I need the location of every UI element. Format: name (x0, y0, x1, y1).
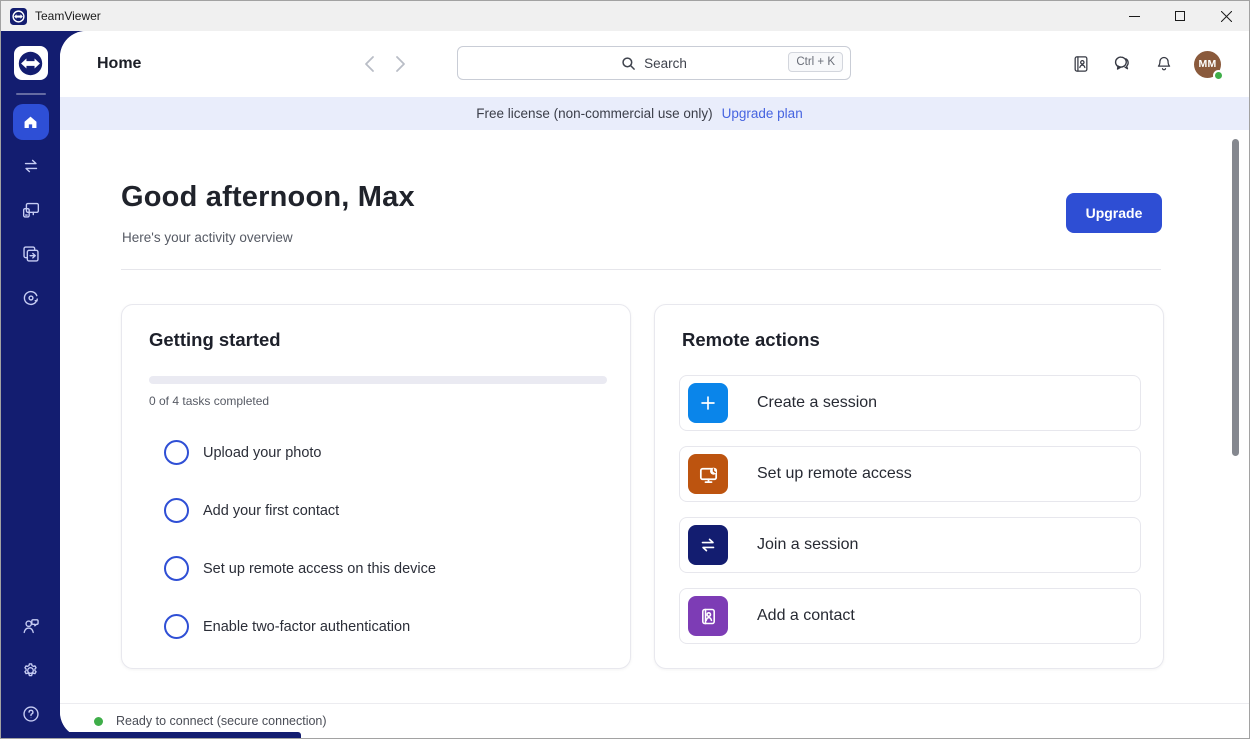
session-window-icon (20, 243, 42, 265)
sidebar-divider (16, 93, 46, 95)
upgrade-plan-link[interactable]: Upgrade plan (722, 106, 803, 121)
sidebar-item-settings[interactable] (13, 652, 49, 688)
progress-bar (149, 376, 607, 384)
app-surface: Home Search Ctrl + K (1, 31, 1249, 738)
avatar-initials: MM (1198, 58, 1216, 70)
sidebar-item-community[interactable] (13, 608, 49, 644)
getting-started-title: Getting started (149, 329, 281, 351)
help-icon (20, 703, 42, 725)
add-contact-button[interactable]: Add a contact (679, 588, 1141, 644)
online-status-dot (1213, 70, 1224, 81)
search-icon (621, 56, 636, 71)
remote-actions-card: Remote actions Create a session Set up r… (654, 304, 1164, 669)
history-nav (363, 53, 407, 75)
session-monitoring-icon (20, 287, 42, 309)
header-icons: MM (1071, 31, 1221, 97)
license-text: Free license (non-commercial use only) (476, 106, 712, 121)
remote-actions-title: Remote actions (682, 329, 820, 351)
home-icon (21, 113, 40, 132)
maximize-button[interactable] (1157, 1, 1203, 31)
getting-started-card: Getting started 0 of 4 tasks completed U… (121, 304, 631, 669)
minimize-button[interactable] (1111, 1, 1157, 31)
back-chevron-icon[interactable] (363, 53, 377, 75)
remote-desktop-icon (688, 454, 728, 494)
sidebar (1, 31, 60, 738)
sidebar-item-devices[interactable] (13, 192, 49, 228)
exchange-arrows-icon (688, 525, 728, 565)
task-radio[interactable] (164, 440, 189, 465)
sidebar-item-help[interactable] (13, 696, 49, 732)
sidebar-item-home[interactable] (13, 104, 49, 140)
teamviewer-sidebar-logo-icon (14, 46, 48, 80)
join-session-button[interactable]: Join a session (679, 517, 1141, 573)
search-input[interactable]: Search Ctrl + K (457, 46, 851, 80)
sidebar-item-sessions[interactable] (13, 148, 49, 184)
sidebar-item-monitoring[interactable] (13, 280, 49, 316)
content-header: Home Search Ctrl + K (60, 31, 1249, 97)
contact-book-icon (688, 596, 728, 636)
page-title: Home (97, 55, 141, 73)
task-two-factor[interactable]: Enable two-factor authentication (164, 614, 410, 639)
task-upload-photo[interactable]: Upload your photo (164, 440, 322, 465)
plus-icon (688, 383, 728, 423)
upgrade-button[interactable]: Upgrade (1066, 193, 1162, 233)
greeting-heading: Good afternoon, Max (121, 181, 415, 214)
address-book-icon[interactable] (1071, 53, 1091, 75)
section-divider (121, 269, 1161, 270)
connection-status-dot (94, 717, 103, 726)
search-placeholder: Search (644, 56, 687, 71)
teamviewer-logo-icon (10, 8, 27, 25)
bell-icon[interactable] (1154, 53, 1174, 75)
setup-remote-access-button[interactable]: Set up remote access (679, 446, 1141, 502)
task-add-contact[interactable]: Add your first contact (164, 498, 339, 523)
devices-icon (20, 199, 42, 221)
task-radio[interactable] (164, 614, 189, 639)
window-title: TeamViewer (35, 9, 101, 23)
search-shortcut-badge: Ctrl + K (788, 52, 843, 72)
window-controls (1111, 1, 1249, 31)
progress-caption: 0 of 4 tasks completed (149, 394, 269, 408)
avatar[interactable]: MM (1194, 51, 1221, 78)
exchange-arrows-icon (20, 155, 42, 177)
scrollbar-thumb[interactable] (1232, 139, 1239, 456)
forward-chevron-icon[interactable] (393, 53, 407, 75)
task-radio[interactable] (164, 556, 189, 581)
main-content: Home Search Ctrl + K (60, 31, 1249, 738)
task-radio[interactable] (164, 498, 189, 523)
sidebar-item-remote-support[interactable] (13, 236, 49, 272)
task-remote-access[interactable]: Set up remote access on this device (164, 556, 436, 581)
teamviewer-window: TeamViewer Home (0, 0, 1250, 739)
greeting-subtitle: Here's your activity overview (122, 230, 293, 245)
gear-icon (20, 660, 41, 681)
close-button[interactable] (1203, 1, 1249, 31)
create-session-button[interactable]: Create a session (679, 375, 1141, 431)
connection-status-text: Ready to connect (secure connection) (116, 714, 327, 728)
chat-icon[interactable] (1111, 53, 1134, 75)
license-banner: Free license (non-commercial use only) U… (60, 97, 1249, 130)
titlebar: TeamViewer (1, 1, 1249, 31)
person-chat-icon (20, 615, 42, 637)
